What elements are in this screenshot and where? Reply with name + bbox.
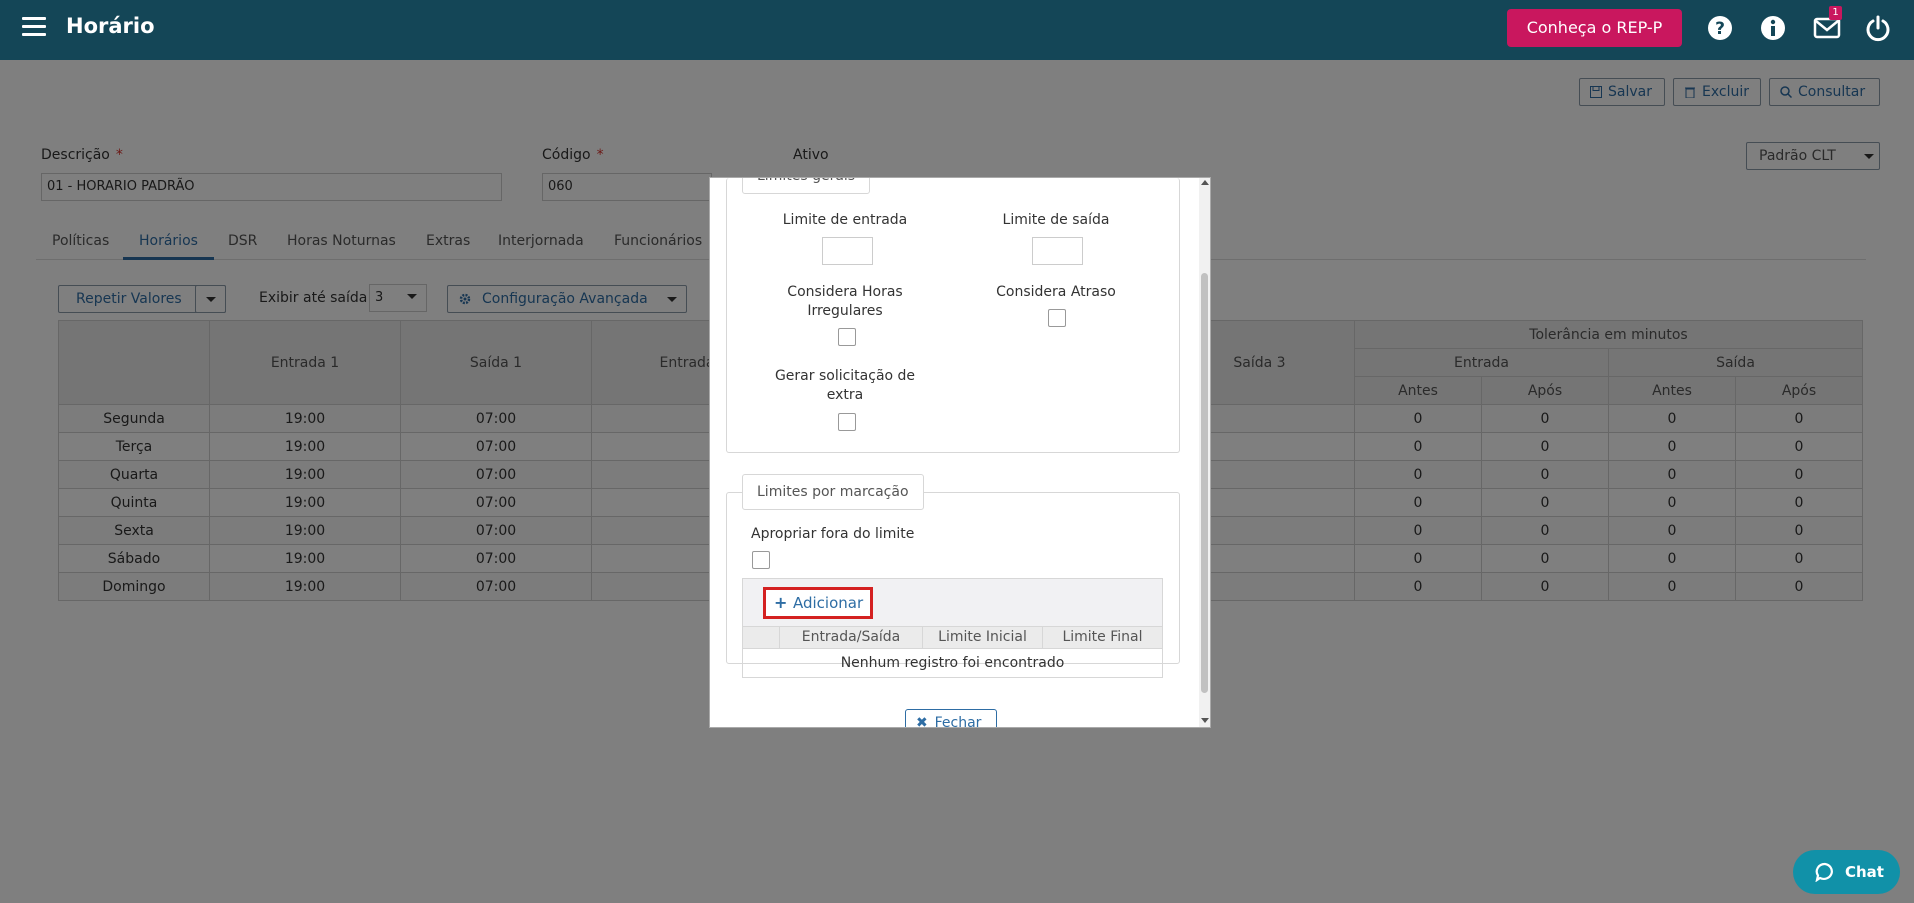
chat-button[interactable]: Chat (1793, 850, 1900, 894)
top-bar: Horário Conheça o REP-P ? 1 (0, 0, 1914, 60)
per-mark-limits-legend: Limites por marcação (742, 474, 924, 510)
page-title: Horário (66, 14, 155, 38)
close-label: Fechar (934, 715, 982, 728)
late-label: Considera Atraso (996, 284, 1116, 300)
empty-message: Nenhum registro foi encontrado (840, 655, 1065, 671)
entry-limit-input[interactable] (822, 237, 873, 265)
exit-limit-label: Limite de saída (1002, 212, 1110, 228)
out-of-limit-checkbox[interactable] (752, 551, 770, 569)
rep-p-button[interactable]: Conheça o REP-P (1507, 9, 1682, 47)
chat-label: Chat (1845, 863, 1884, 881)
general-limits-legend: Limites gerais (742, 178, 871, 194)
power-icon[interactable] (1864, 14, 1892, 42)
close-icon: ✖ (916, 715, 928, 728)
chat-icon (1815, 862, 1833, 882)
overtime-request-label: Gerar solicitação de extra (774, 368, 916, 403)
svg-text:?: ? (1715, 19, 1725, 39)
scroll-up-icon[interactable] (1201, 180, 1209, 185)
out-of-limit-label: Apropriar fora do limite (751, 526, 915, 542)
info-icon[interactable] (1759, 14, 1787, 42)
column-header: Entrada/Saída (780, 627, 923, 648)
limits-grid: + Adicionar Entrada/Saída Limite Inicial… (742, 578, 1163, 678)
select-column-header (743, 627, 780, 648)
menu-icon[interactable] (22, 17, 46, 37)
exit-limit-input[interactable] (1032, 237, 1083, 265)
close-button[interactable]: ✖ Fechar (905, 709, 997, 728)
limits-modal: Limites gerais Limite de entrada Limite … (709, 177, 1211, 728)
help-icon[interactable]: ? (1706, 14, 1734, 42)
limits-grid-header: Entrada/Saída Limite Inicial Limite Fina… (743, 627, 1162, 649)
column-header: Limite Inicial (923, 627, 1043, 648)
modal-scrollbar[interactable] (1199, 178, 1210, 727)
notification-badge: 1 (1829, 6, 1842, 20)
add-button[interactable]: + Adicionar (763, 587, 873, 619)
entry-limit-label: Limite de entrada (782, 212, 908, 228)
late-checkbox[interactable] (1048, 309, 1066, 327)
irregular-hours-checkbox[interactable] (838, 328, 856, 346)
plus-icon: + (774, 593, 788, 612)
overtime-request-checkbox[interactable] (838, 413, 856, 431)
limits-grid-toolbar: + Adicionar (743, 579, 1162, 627)
column-header: Limite Final (1062, 629, 1143, 645)
add-label: Adicionar (793, 594, 864, 612)
irregular-hours-label: Considera Horas Irregulares (787, 284, 903, 319)
scroll-down-icon[interactable] (1201, 718, 1209, 723)
scrollbar-thumb[interactable] (1201, 273, 1208, 693)
